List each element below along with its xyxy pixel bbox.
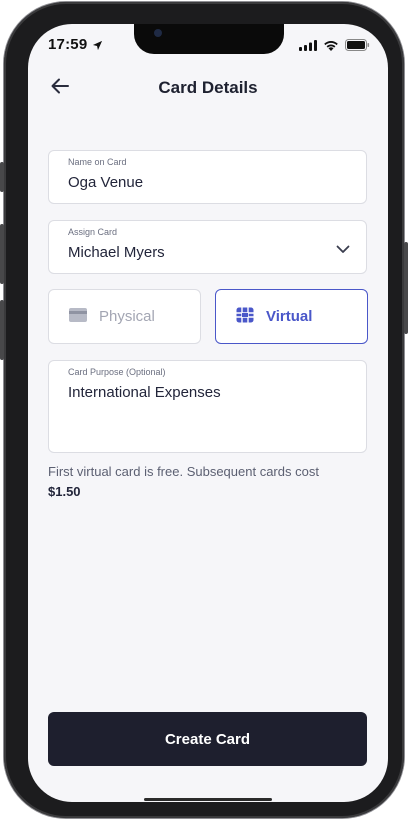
app-screen: 17:59 Card Details Name on Card Oga Venu…: [28, 24, 388, 802]
status-icons: [299, 38, 370, 56]
location-arrow-icon: [92, 38, 103, 56]
pricing-note-text: First virtual card is free. Subsequent c…: [48, 464, 319, 479]
front-camera: [154, 29, 162, 37]
create-card-button[interactable]: Create Card: [48, 712, 367, 766]
volume-down-button: [0, 300, 4, 360]
assign-card-label: Assign Card: [68, 227, 118, 237]
card-purpose-label: Card Purpose (Optional): [68, 367, 166, 377]
card-type-virtual[interactable]: Virtual: [215, 289, 368, 344]
card-type-physical[interactable]: Physical: [48, 289, 201, 344]
battery-icon: [345, 38, 370, 56]
home-indicator[interactable]: [144, 798, 272, 801]
power-button: [404, 242, 408, 334]
pricing-note: First virtual card is free. Subsequent c…: [48, 462, 348, 502]
physical-label: Physical: [99, 308, 155, 325]
name-on-card-value: Oga Venue: [68, 174, 144, 191]
card-purpose-textarea[interactable]: Card Purpose (Optional) International Ex…: [48, 360, 367, 453]
pricing-note-price: $1.50: [48, 484, 81, 499]
assign-card-value: Michael Myers: [68, 244, 165, 261]
cellular-signal-icon: [299, 38, 317, 56]
chip-icon: [236, 307, 254, 328]
notch: [134, 24, 284, 54]
card-purpose-value: International Expenses: [68, 384, 221, 401]
wifi-icon: [323, 38, 339, 56]
page-title: Card Details: [158, 78, 258, 97]
status-time: 17:59: [48, 36, 88, 53]
card-icon: [69, 307, 87, 328]
volume-up-button: [0, 224, 4, 284]
phone-frame: 17:59 Card Details Name on Card Oga Venu…: [0, 2, 408, 818]
mute-switch: [0, 162, 4, 192]
virtual-label: Virtual: [266, 308, 313, 325]
assign-card-select[interactable]: Assign Card Michael Myers: [48, 220, 367, 274]
name-on-card-label: Name on Card: [68, 157, 127, 167]
name-on-card-field[interactable]: Name on Card Oga Venue: [48, 150, 367, 204]
chevron-down-icon: [336, 241, 350, 259]
header: Card Details: [28, 74, 388, 104]
